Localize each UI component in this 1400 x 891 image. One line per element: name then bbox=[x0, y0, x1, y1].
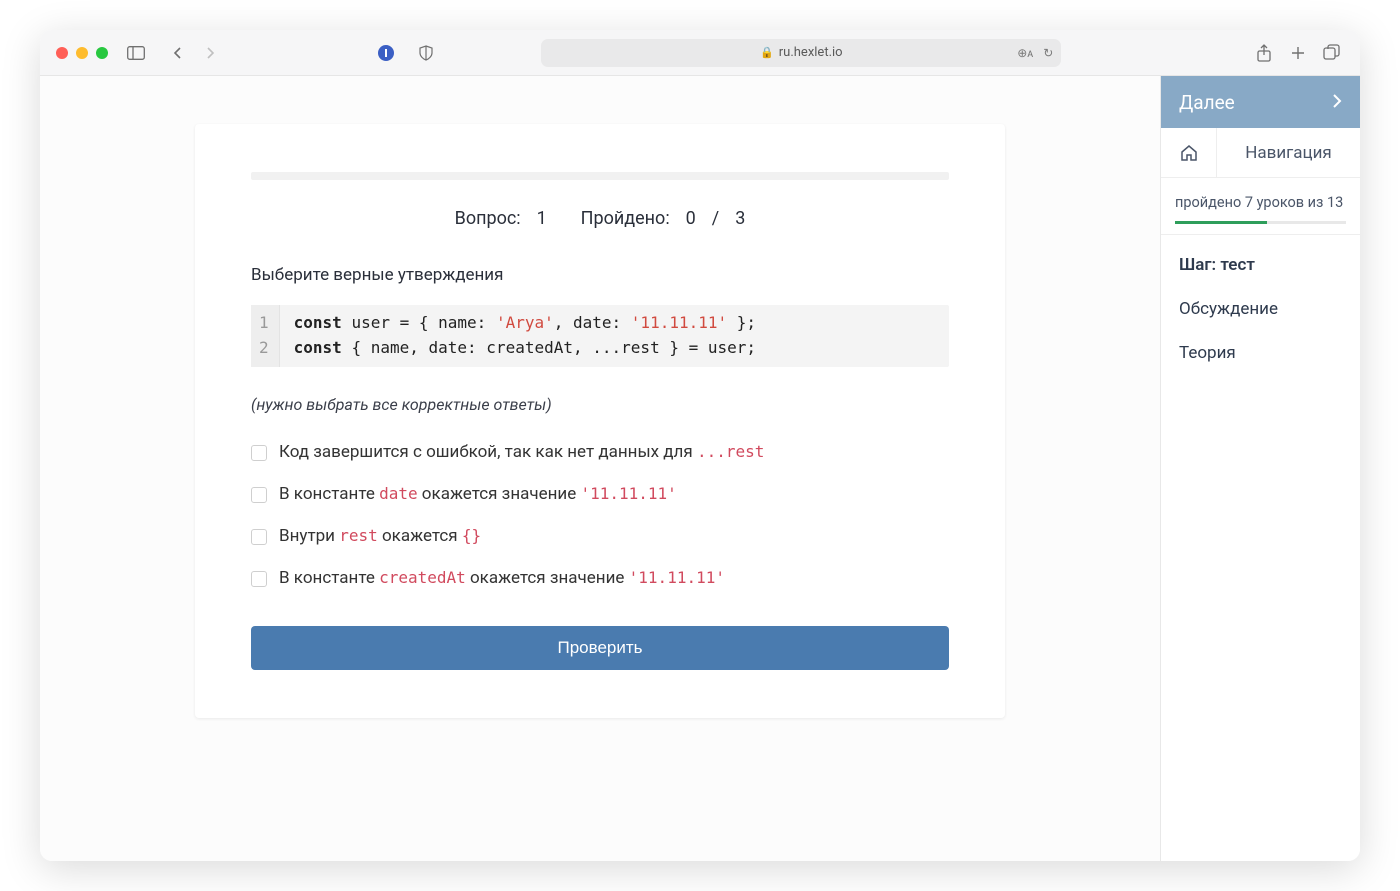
checkbox[interactable] bbox=[251, 529, 267, 545]
passed-label: Пройдено: bbox=[581, 208, 670, 229]
question-prompt: Выберите верные утверждения bbox=[251, 265, 949, 285]
sidebar: Далее Навигация пройдено 7 уроков из 13 bbox=[1160, 76, 1360, 861]
hint-text: (нужно выбрать все корректные ответы) bbox=[251, 395, 949, 414]
reload-icon[interactable]: ↻ bbox=[1043, 46, 1053, 60]
sidebar-link-theory[interactable]: Теория bbox=[1161, 331, 1360, 375]
navigation-tab[interactable]: Навигация bbox=[1217, 128, 1360, 177]
sidebar-link-discussion[interactable]: Обсуждение bbox=[1161, 287, 1360, 331]
option-3[interactable]: Внутри rest окажется {} bbox=[251, 526, 949, 546]
course-progress: пройдено 7 уроков из 13 bbox=[1161, 178, 1360, 235]
chevron-right-icon bbox=[1332, 91, 1342, 114]
close-window[interactable] bbox=[56, 47, 68, 59]
passed-count: 0 bbox=[686, 208, 696, 229]
address-bar[interactable]: 🔒 ru.hexlet.io ⊕ᴀ ↻ bbox=[541, 39, 1061, 67]
translate-icon[interactable]: ⊕ᴀ bbox=[1017, 46, 1033, 60]
checkbox[interactable] bbox=[251, 571, 267, 587]
progress-bar bbox=[1175, 221, 1346, 224]
option-text: В константе date окажется значение '11.1… bbox=[279, 484, 677, 504]
progress-fill bbox=[1175, 221, 1267, 224]
option-2[interactable]: В константе date окажется значение '11.1… bbox=[251, 484, 949, 504]
option-4[interactable]: В константе createdAt окажется значение … bbox=[251, 568, 949, 588]
url-text: ru.hexlet.io bbox=[779, 45, 843, 60]
minimize-window[interactable] bbox=[76, 47, 88, 59]
share-icon[interactable] bbox=[1252, 41, 1276, 65]
code-block: 12 const user = { name: 'Arya', date: '1… bbox=[251, 305, 949, 367]
lock-icon: 🔒 bbox=[760, 46, 774, 59]
main-content: Вопрос:1 Пройдено:0/3 Выберите верные ут… bbox=[40, 76, 1160, 861]
question-meta: Вопрос:1 Пройдено:0/3 bbox=[251, 208, 949, 229]
code-gutter: 12 bbox=[251, 305, 280, 367]
option-1[interactable]: Код завершится с ошибкой, так как нет да… bbox=[251, 442, 949, 462]
option-text: Внутри rest окажется {} bbox=[279, 526, 481, 546]
maximize-window[interactable] bbox=[96, 47, 108, 59]
shield-icon[interactable] bbox=[414, 41, 438, 65]
question-label: Вопрос: bbox=[455, 208, 521, 229]
sidebar-link-step[interactable]: Шаг: тест bbox=[1161, 243, 1360, 287]
quiz-card: Вопрос:1 Пройдено:0/3 Выберите верные ут… bbox=[195, 124, 1005, 718]
forward-button[interactable] bbox=[198, 41, 222, 65]
tabs-icon[interactable] bbox=[1320, 41, 1344, 65]
submit-button[interactable]: Проверить bbox=[251, 626, 949, 670]
traffic-lights bbox=[56, 47, 108, 59]
back-button[interactable] bbox=[166, 41, 190, 65]
code-body: const user = { name: 'Arya', date: '11.1… bbox=[280, 305, 770, 367]
sidebar-toggle-icon[interactable] bbox=[124, 41, 148, 65]
onepassword-icon[interactable] bbox=[374, 41, 398, 65]
sidebar-links: Шаг: тест Обсуждение Теория bbox=[1161, 235, 1360, 383]
option-text: В константе createdAt окажется значение … bbox=[279, 568, 725, 588]
total-count: 3 bbox=[735, 208, 745, 229]
new-tab-icon[interactable] bbox=[1286, 41, 1310, 65]
next-button[interactable]: Далее bbox=[1161, 76, 1360, 128]
question-progress-bar bbox=[251, 172, 949, 180]
question-number: 1 bbox=[537, 208, 547, 229]
next-label: Далее bbox=[1179, 91, 1235, 114]
option-text: Код завершится с ошибкой, так как нет да… bbox=[279, 442, 764, 462]
progress-text: пройдено 7 уроков из 13 bbox=[1175, 194, 1346, 211]
home-button[interactable] bbox=[1161, 128, 1217, 177]
checkbox[interactable] bbox=[251, 487, 267, 503]
checkbox[interactable] bbox=[251, 445, 267, 461]
titlebar: 🔒 ru.hexlet.io ⊕ᴀ ↻ bbox=[40, 30, 1360, 76]
